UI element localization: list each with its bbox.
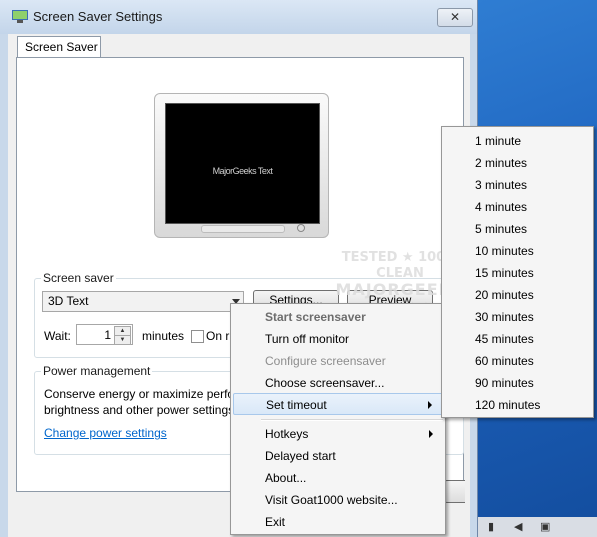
on-resume-checkbox[interactable] bbox=[191, 330, 204, 343]
screensaver-tray-icon[interactable]: ▣ bbox=[540, 521, 552, 533]
power-led-icon bbox=[297, 224, 305, 232]
monitor-base bbox=[201, 225, 285, 233]
spin-down-icon[interactable]: ▼ bbox=[114, 335, 131, 345]
menu-separator bbox=[261, 419, 443, 421]
wait-minutes-value: 1 bbox=[104, 328, 111, 342]
preview-screen: MajorGeeks Text bbox=[165, 103, 320, 224]
screen-saver-select[interactable]: 3D Text bbox=[42, 291, 244, 312]
tab-screen-saver[interactable]: Screen Saver bbox=[17, 36, 101, 58]
timeout-option[interactable]: 4 minutes bbox=[444, 196, 590, 218]
timeout-option[interactable]: 2 minutes bbox=[444, 152, 590, 174]
menu-item-delayed-start[interactable]: Delayed start bbox=[233, 445, 443, 467]
menu-item-hotkeys-label: Hotkeys bbox=[265, 427, 309, 441]
close-button[interactable]: ✕ bbox=[437, 8, 473, 27]
timeout-option[interactable]: 120 minutes bbox=[444, 394, 590, 416]
menu-item-start-screensaver[interactable]: Start screensaver bbox=[233, 306, 443, 328]
timeout-option[interactable]: 3 minutes bbox=[444, 174, 590, 196]
title-bar[interactable]: Screen Saver Settings ✕ bbox=[0, 0, 477, 34]
timeout-option[interactable]: 30 minutes bbox=[444, 306, 590, 328]
submenu-arrow-icon bbox=[428, 401, 432, 409]
wait-minutes-stepper[interactable]: 1 ▲ ▼ bbox=[76, 324, 133, 345]
network-icon[interactable]: ▮ bbox=[488, 521, 500, 533]
timeout-option[interactable]: 5 minutes bbox=[444, 218, 590, 240]
timeout-option[interactable]: 60 minutes bbox=[444, 350, 590, 372]
timeout-option[interactable]: 45 minutes bbox=[444, 328, 590, 350]
change-power-settings-link[interactable]: Change power settings bbox=[44, 426, 167, 440]
power-management-label: Power management bbox=[41, 364, 153, 378]
screen-saver-app-icon bbox=[12, 10, 28, 23]
menu-item-visit-website[interactable]: Visit Goat1000 website... bbox=[233, 489, 443, 511]
on-resume-label: On r bbox=[206, 329, 230, 343]
timeout-option[interactable]: 20 minutes bbox=[444, 284, 590, 306]
timeout-option[interactable]: 90 minutes bbox=[444, 372, 590, 394]
screen-saver-group-label: Screen saver bbox=[41, 271, 116, 285]
menu-item-choose-screensaver[interactable]: Choose screensaver... bbox=[233, 372, 443, 394]
menu-item-about[interactable]: About... bbox=[233, 467, 443, 489]
apply-button[interactable] bbox=[444, 480, 465, 503]
screen-saver-selected-value: 3D Text bbox=[48, 294, 89, 308]
menu-item-hotkeys[interactable]: Hotkeys bbox=[233, 423, 443, 445]
timeout-option[interactable]: 15 minutes bbox=[444, 262, 590, 284]
timeout-option[interactable]: 10 minutes bbox=[444, 240, 590, 262]
preview-screen-text: MajorGeeks Text bbox=[212, 166, 273, 176]
menu-item-exit[interactable]: Exit bbox=[233, 511, 443, 533]
power-text-line1: Conserve energy or maximize perfo bbox=[44, 387, 235, 401]
volume-icon[interactable]: ◀ bbox=[514, 521, 526, 533]
menu-item-set-timeout-label: Set timeout bbox=[266, 398, 327, 412]
tray-context-menu: Start screensaver Turn off monitor Confi… bbox=[230, 303, 446, 535]
monitor-preview: MajorGeeks Text bbox=[154, 93, 329, 238]
power-text-line2: brightness and other power settings bbox=[44, 403, 235, 417]
window-title: Screen Saver Settings bbox=[33, 9, 163, 24]
timeout-option[interactable]: 1 minute bbox=[444, 130, 590, 152]
menu-item-configure-screensaver: Configure screensaver bbox=[265, 354, 386, 368]
wait-label: Wait: bbox=[44, 329, 71, 343]
menu-item-set-timeout[interactable]: Set timeout bbox=[233, 393, 443, 415]
timeout-submenu: 1 minute 2 minutes 3 minutes 4 minutes 5… bbox=[441, 126, 594, 418]
menu-item-turn-off-monitor[interactable]: Turn off monitor bbox=[233, 328, 443, 350]
minutes-label: minutes bbox=[142, 329, 185, 343]
submenu-arrow-icon bbox=[429, 430, 433, 438]
